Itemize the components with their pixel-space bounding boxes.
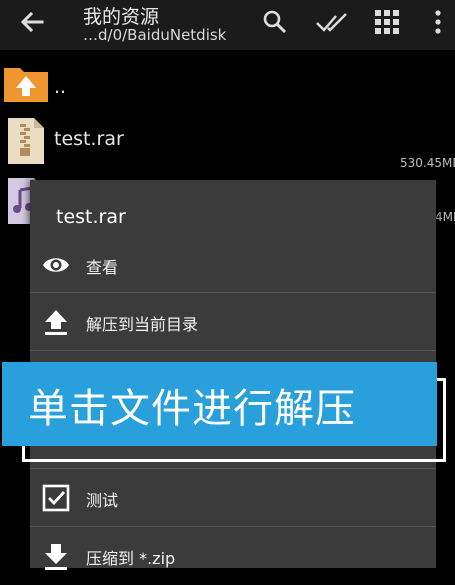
top-toolbar: 我的资源 …d/0/BaiduNetdisk xyxy=(0,0,455,50)
select-all-icon[interactable] xyxy=(316,9,348,35)
back-arrow-icon[interactable] xyxy=(18,8,46,36)
more-options-icon[interactable] xyxy=(428,9,448,35)
menu-item-extract-here[interactable]: 解压到当前目录 xyxy=(30,292,436,351)
menu-item-compress-zip[interactable]: 压缩到 *.zip xyxy=(30,526,436,585)
search-icon[interactable] xyxy=(262,9,288,35)
file-size: 4MB xyxy=(435,210,455,224)
tutorial-caption-banner: 单击文件进行解压 xyxy=(2,362,437,446)
dialog-title: test.rar xyxy=(56,206,126,228)
menu-item-test[interactable]: 测试 xyxy=(30,468,436,527)
download-icon xyxy=(45,544,67,570)
file-name: test.rar xyxy=(54,128,124,150)
upload-icon xyxy=(45,310,67,335)
folder-up-icon xyxy=(4,68,48,102)
menu-item-label: 查看 xyxy=(86,258,119,277)
page-title: 我的资源 xyxy=(83,6,160,28)
menu-item-label: 解压到当前目录 xyxy=(86,315,199,334)
file-size: 530.45MB xyxy=(400,156,455,170)
list-item-parent[interactable]: .. xyxy=(0,58,455,108)
current-path: …d/0/BaiduNetdisk xyxy=(83,26,227,44)
menu-item-view[interactable]: 查看 xyxy=(30,236,436,294)
checkbox-icon xyxy=(42,484,70,512)
file-name: .. xyxy=(54,76,67,98)
eye-icon xyxy=(43,258,69,272)
menu-item-label: 测试 xyxy=(86,491,119,510)
grid-view-icon[interactable] xyxy=(374,9,400,35)
menu-item-label: 压缩到 *.zip xyxy=(86,549,176,568)
list-item-test-rar[interactable]: test.rar 530.45MB xyxy=(0,112,455,170)
archive-file-icon xyxy=(8,118,44,164)
tutorial-caption: 单击文件进行解压 xyxy=(28,386,356,432)
